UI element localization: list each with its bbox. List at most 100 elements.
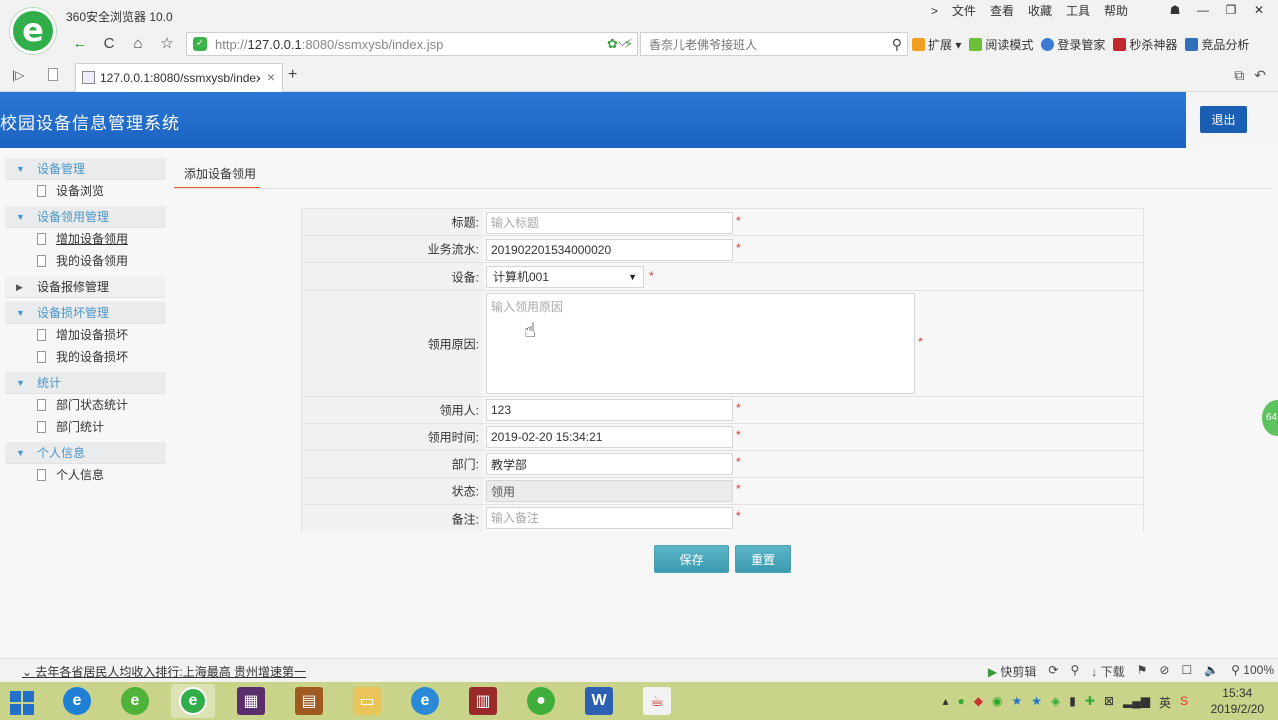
address-bar[interactable]: ✓ http://127.0.0.1:8080/ssmxysb/index.js… [186,32,638,56]
status-tools: ▶ 快剪辑 ⟳ ⚲ ↓ 下载 ⚑ ⊘ ☐ 🔈 ⚲ 100% [988,663,1274,680]
reason-textarea[interactable] [486,293,915,394]
menu-tools[interactable]: 工具 [1066,3,1090,19]
play-icon: ▶ [987,665,998,679]
tray-star2-icon[interactable]: ★ [1031,694,1042,711]
back-icon[interactable]: ← [70,34,90,54]
sidebar-item-personal-info[interactable]: 个人信息 [5,464,166,486]
taskbar-wechat-icon[interactable]: ● [519,684,563,718]
menu-favorites[interactable]: 收藏 [1028,3,1052,19]
close-window-button[interactable]: ✕ [1248,2,1270,18]
skin-icon[interactable]: ☗ [1164,2,1186,18]
sidebar-toggle-icon[interactable]: |▷ [12,68,24,82]
tray-network-x-icon[interactable]: ⊠ [1104,694,1114,711]
search-box[interactable]: ⚲ [640,32,908,56]
extension-reading-mode[interactable]: 阅读模式 [969,36,1033,53]
start-button[interactable] [10,691,34,715]
logout-button[interactable]: 退出 [1200,106,1247,133]
tray-up-icon[interactable]: ▴ [943,694,949,711]
undo-close-icon[interactable]: ↶ [1254,67,1266,84]
maximize-button[interactable]: ❐ [1220,2,1242,18]
news-link[interactable]: ⌄ 去年各省居民人均收入排行:上海最高 贵州增速第一 [22,663,306,680]
chevron-down-icon[interactable]: ⌵ [618,35,627,50]
sidebar-item-my-usage[interactable]: 我的设备领用 [5,250,166,272]
tab-add-device-usage[interactable]: 添加设备领用 [174,162,260,189]
document-icon[interactable] [48,68,58,81]
floating-helper-icon[interactable]: 64 [1262,400,1278,436]
device-select[interactable]: 计算机001 ▼ [486,266,644,288]
sidebar-group-device-repair[interactable]: ▶ 设备报修管理 [5,276,166,298]
tray-plus-icon[interactable]: ✚ [1085,694,1095,711]
sidebar-item-add-usage[interactable]: 增加设备领用 [5,228,166,250]
tab-title: 127.0.0.1:8080/ssmxysb/index.jsp [100,71,260,85]
sidebar-item-dept-stats[interactable]: 部门统计 [5,416,166,438]
taskbar-ie2-icon[interactable]: e [403,684,447,718]
taskbar-ide-icon[interactable]: ▦ [229,684,273,718]
remark-input[interactable] [486,507,733,529]
flag-icon[interactable]: ⚑ [1137,663,1148,680]
restore-tabs-icon[interactable]: ⧉ [1234,67,1244,84]
reload-icon[interactable]: C [99,34,119,54]
extension-login-manager[interactable]: 登录管家 [1041,36,1105,53]
new-tab-button[interactable]: + [288,66,297,84]
quick-clip-button[interactable]: ▶ 快剪辑 [988,663,1037,680]
sidebar-group-device-damage[interactable]: ▼ 设备损坏管理 [5,302,166,324]
sidebar-item-my-damage[interactable]: 我的设备损坏 [5,346,166,368]
taskbar-browser-green-icon[interactable]: e [113,684,157,718]
menu-help[interactable]: 帮助 [1104,3,1128,19]
extension-expand[interactable]: 扩展 ▾ [912,36,961,53]
system-clock[interactable]: 15:34 2019/2/20 [1211,685,1264,717]
url-text[interactable]: http://127.0.0.1:8080/ssmxysb/index.jsp [215,37,443,52]
windows-taskbar: e e e ▦ ▤ ▭ e ▥ ● W ☕ ▴ ● ◆ ◉ ★ ★ ◈ ▮ ✚ … [0,682,1278,720]
title-input[interactable] [486,212,733,234]
tray-battery-icon[interactable]: ▮ [1069,694,1076,711]
tray-ime-label[interactable]: 英 [1159,694,1171,711]
extension-flash-sale[interactable]: 秒杀神器 [1113,36,1177,53]
tray-app-icon[interactable]: ● [958,694,965,711]
sidebar-group-device-usage[interactable]: ▼ 设备领用管理 [5,206,166,228]
serial-input[interactable] [486,239,733,261]
volume-icon[interactable]: 🔈 [1204,663,1219,680]
refresh-icon[interactable]: ⟳ [1048,663,1058,680]
department-input[interactable] [486,453,733,475]
home-icon[interactable]: ⌂ [128,34,148,54]
tray-shield-icon[interactable]: ◆ [974,694,983,711]
sidebar-item-add-damage[interactable]: 增加设备损坏 [5,324,166,346]
sidebar-group-statistics[interactable]: ▼ 统计 [5,372,166,394]
taskbar-360-browser-icon[interactable]: e [171,684,215,718]
tray-sogou-icon[interactable]: S [1180,694,1188,711]
sidebar-group-personal-info[interactable]: ▼ 个人信息 [5,442,166,464]
reset-button[interactable]: 重置 [735,545,791,573]
minimize-button[interactable]: — [1192,2,1214,18]
window-icon[interactable]: ☐ [1181,663,1192,680]
taskbar-book-icon[interactable]: ▤ [287,684,331,718]
pin-icon[interactable]: ⚲ [1070,663,1079,680]
compat-mode-icon[interactable]: ✿ [607,36,618,52]
tray-star-icon[interactable]: ★ [1012,694,1023,711]
recipient-input[interactable] [486,399,733,421]
search-icon[interactable]: ⚲ [892,36,902,53]
star-icon[interactable]: ☆ [157,34,177,54]
browser-icon[interactable]: ⊘ [1159,663,1169,680]
taskbar-folder-icon[interactable]: ▭ [345,684,389,718]
tab-active[interactable]: 127.0.0.1:8080/ssmxysb/index.jsp × [75,63,283,92]
download-button[interactable]: ↓ 下载 [1091,663,1124,680]
taskbar-ie-icon[interactable]: e [55,684,99,718]
save-button[interactable]: 保存 [654,545,729,573]
close-icon[interactable]: × [267,69,275,85]
taskbar-notebook-icon[interactable]: ▥ [461,684,505,718]
search-input[interactable] [649,38,879,52]
tray-360-icon[interactable]: ◉ [992,694,1002,711]
menu-view[interactable]: 查看 [990,3,1014,19]
time-input[interactable] [486,426,733,448]
tray-security-icon[interactable]: ◈ [1051,694,1060,711]
extension-competitor-analysis[interactable]: 竞品分析 [1185,36,1249,53]
sidebar-item-dept-status-stats[interactable]: 部门状态统计 [5,394,166,416]
tray-signal-icon[interactable]: ▂▄▆ [1123,694,1150,711]
chevron-right-icon[interactable]: > [931,3,938,19]
sidebar-group-device-management[interactable]: ▼ 设备管理 [5,158,166,180]
menu-file[interactable]: 文件 [952,3,976,19]
sidebar-item-device-browse[interactable]: 设备浏览 [5,180,166,202]
zoom-control[interactable]: ⚲ 100% [1231,663,1274,680]
taskbar-java-icon[interactable]: ☕ [635,684,679,718]
taskbar-word-icon[interactable]: W [577,684,621,718]
